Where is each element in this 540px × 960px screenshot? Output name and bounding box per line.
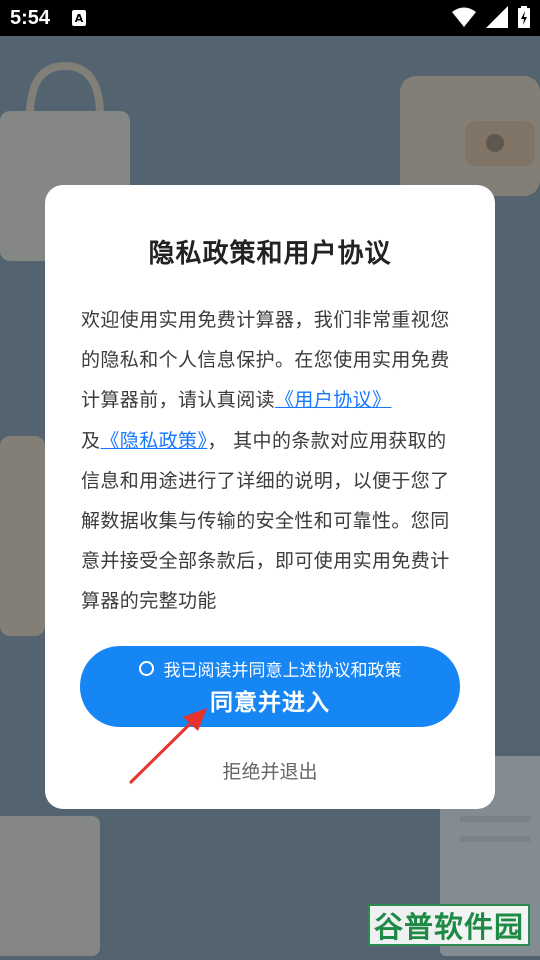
notification-icon: A <box>72 10 87 26</box>
agree-checkbox-label: 我已阅读并同意上述协议和政策 <box>163 661 402 681</box>
battery-icon <box>518 6 530 28</box>
dialog-title: 隐私政策和用户协议 <box>148 239 392 269</box>
signal-icon <box>486 6 508 28</box>
radio-unchecked-icon[interactable] <box>138 661 154 676</box>
privacy-policy-link[interactable]: 《隐私政策》 <box>100 430 207 452</box>
body-text-part3: ， 其中的条款对应用获取的信息和用途进行了详细的说明，以便于您了解数据收集与传输… <box>81 429 450 613</box>
agree-checkbox-row[interactable]: 我已阅读并同意上述协议和政策 <box>138 656 402 681</box>
watermark-logo: 谷普软件园 <box>368 904 530 946</box>
body-text-part2: 及 <box>81 429 101 452</box>
user-agreement-link[interactable]: 《用户协议》 <box>275 389 391 411</box>
wifi-icon <box>452 7 476 27</box>
refuse-button[interactable]: 拒绝并退出 <box>45 757 495 784</box>
dialog-body: 欢迎使用实用免费计算器，我们非常重视您的隐私和个人信息保护。在您使用实用免费计算… <box>81 300 459 622</box>
status-bar: 5:54 A <box>0 0 540 36</box>
status-icons <box>452 6 530 28</box>
body-text-part1: 欢迎使用实用免费计算器，我们非常重视您的隐私和个人信息保护。在您使用实用免费计算… <box>81 309 450 412</box>
status-time: 5:54 <box>10 6 51 29</box>
agree-button-label: 同意并进入 <box>210 690 330 716</box>
privacy-dialog: 隐私政策和用户协议 欢迎使用实用免费计算器，我们非常重视您的隐私和个人信息保护。… <box>45 185 495 809</box>
annotation-arrow-icon <box>128 708 207 785</box>
